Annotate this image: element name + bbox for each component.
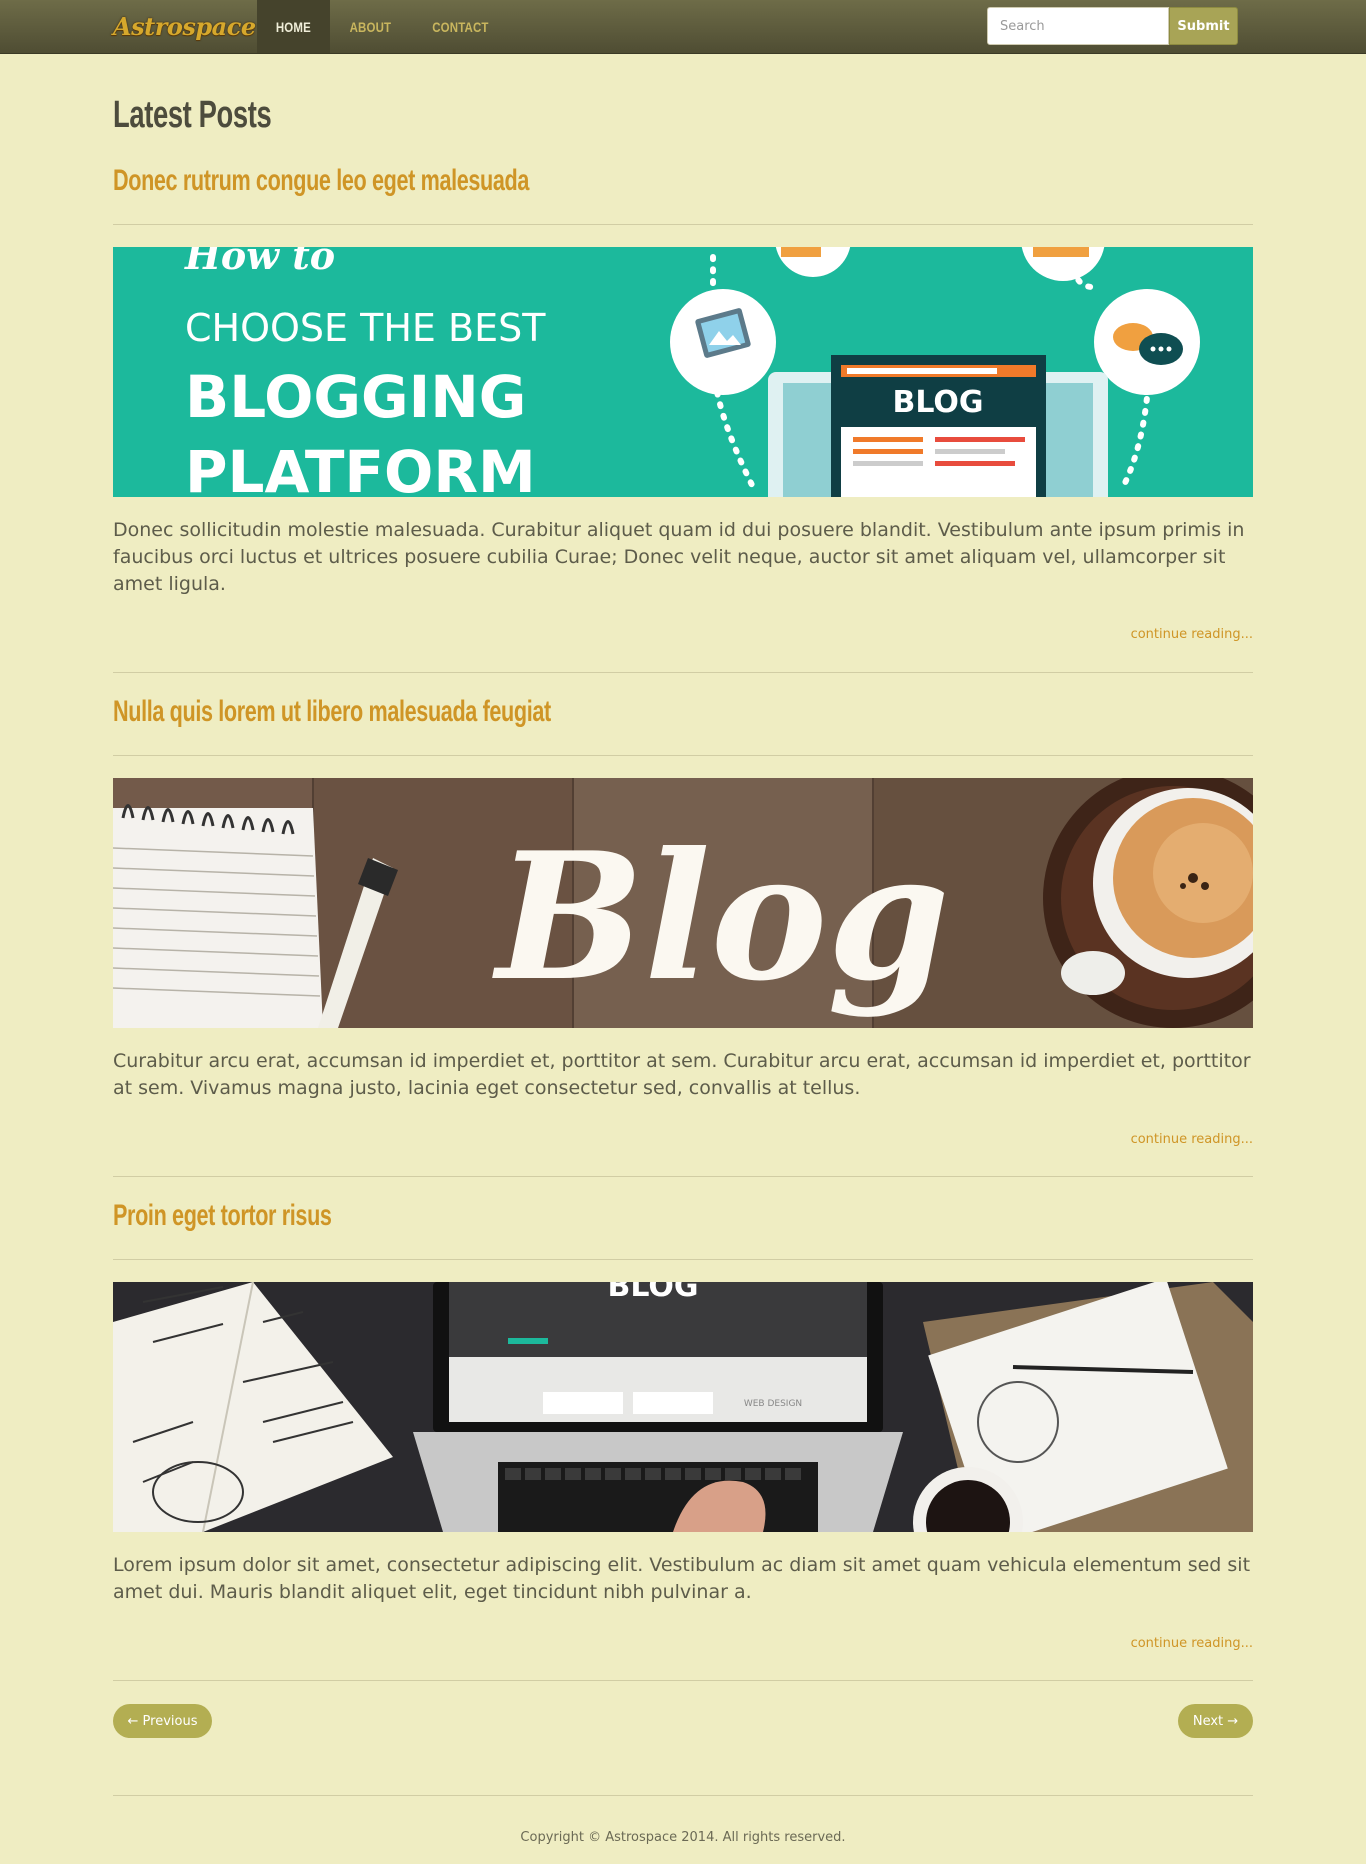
svg-text:BLOG: BLOG <box>607 1282 698 1304</box>
blogging-platform-illustration: How to CHOOSE THE BEST BLOGGING PLATFORM <box>113 247 1253 497</box>
post-divider <box>113 1176 1253 1177</box>
post-divider <box>113 672 1253 673</box>
nav-link-home[interactable]: HOME <box>264 0 324 53</box>
post-excerpt: Lorem ipsum dolor sit amet, consectetur … <box>113 1554 1251 1603</box>
continue-reading-link[interactable]: continue reading... <box>1131 627 1253 642</box>
continue-reading-link[interactable]: continue reading... <box>1131 1132 1253 1147</box>
post-excerpt: Curabitur arcu erat, accumsan id imperdi… <box>113 1050 1251 1099</box>
svg-text:BLOG: BLOG <box>892 385 983 420</box>
post-title-link[interactable]: Donec rutrum congue leo eget malesuada <box>113 164 529 198</box>
nav-item-contact: CONTACT <box>411 0 510 53</box>
next-button[interactable]: Next → <box>1178 1704 1253 1738</box>
post-divider <box>113 1259 1253 1260</box>
nav-link-about[interactable]: ABOUT <box>337 0 403 53</box>
blog-wood-illustration: Blog <box>113 778 1253 1028</box>
brand-logo[interactable]: Astrospace <box>113 0 256 53</box>
previous-button[interactable]: ← Previous <box>113 1704 212 1738</box>
post-image-blogging-platform[interactable]: How to CHOOSE THE BEST BLOGGING PLATFORM <box>113 247 1253 497</box>
submit-button[interactable]: Submit <box>1169 7 1238 45</box>
svg-text:CHOOSE THE BEST: CHOOSE THE BEST <box>185 306 546 350</box>
footer-divider <box>113 1795 1253 1796</box>
nav-item-about: ABOUT <box>330 0 411 53</box>
post-2: Nulla quis lorem ut libero malesuada feu… <box>113 695 1253 1225</box>
svg-text:BLOGGING: BLOGGING <box>185 363 526 431</box>
continue-reading-link[interactable]: continue reading... <box>1131 1636 1253 1651</box>
main-nav: HOME ABOUT CONTACT <box>257 0 509 53</box>
svg-text:Blog: Blog <box>491 815 949 1020</box>
nav-link-contact[interactable]: CONTACT <box>419 0 500 53</box>
post-divider <box>113 1680 1253 1681</box>
post-1: Donec rutrum congue leo eget malesuada H… <box>113 164 1253 694</box>
laptop-desk-illustration: BLOG WEB DESIGN <box>113 1282 1253 1532</box>
post-image-laptop-desk[interactable]: BLOG WEB DESIGN <box>113 1282 1253 1532</box>
post-divider <box>113 224 1253 225</box>
navbar: Astrospace HOME ABOUT CONTACT Submit <box>0 0 1366 54</box>
search-form: Submit <box>987 7 1238 45</box>
svg-text:WEB DESIGN: WEB DESIGN <box>744 1399 802 1409</box>
svg-text:How to: How to <box>184 247 335 278</box>
post-3: Proin eget tortor risus BLOG WEB DESIGN … <box>113 1199 1253 1729</box>
post-title-link[interactable]: Proin eget tortor risus <box>113 1199 332 1233</box>
post-divider <box>113 755 1253 756</box>
footer-copyright: Copyright © Astrospace 2014. All rights … <box>520 1830 846 1845</box>
post-image-blog-wood[interactable]: Blog <box>113 778 1253 1028</box>
search-input[interactable] <box>987 7 1169 45</box>
svg-text:PLATFORM: PLATFORM <box>185 438 536 497</box>
post-excerpt: Donec sollicitudin molestie malesuada. C… <box>113 519 1245 595</box>
nav-item-home: HOME <box>257 0 330 53</box>
post-title-link[interactable]: Nulla quis lorem ut libero malesuada feu… <box>113 695 551 729</box>
page-title: Latest Posts <box>113 94 272 136</box>
navbar-inner: Astrospace HOME ABOUT CONTACT Submit <box>113 0 1253 53</box>
